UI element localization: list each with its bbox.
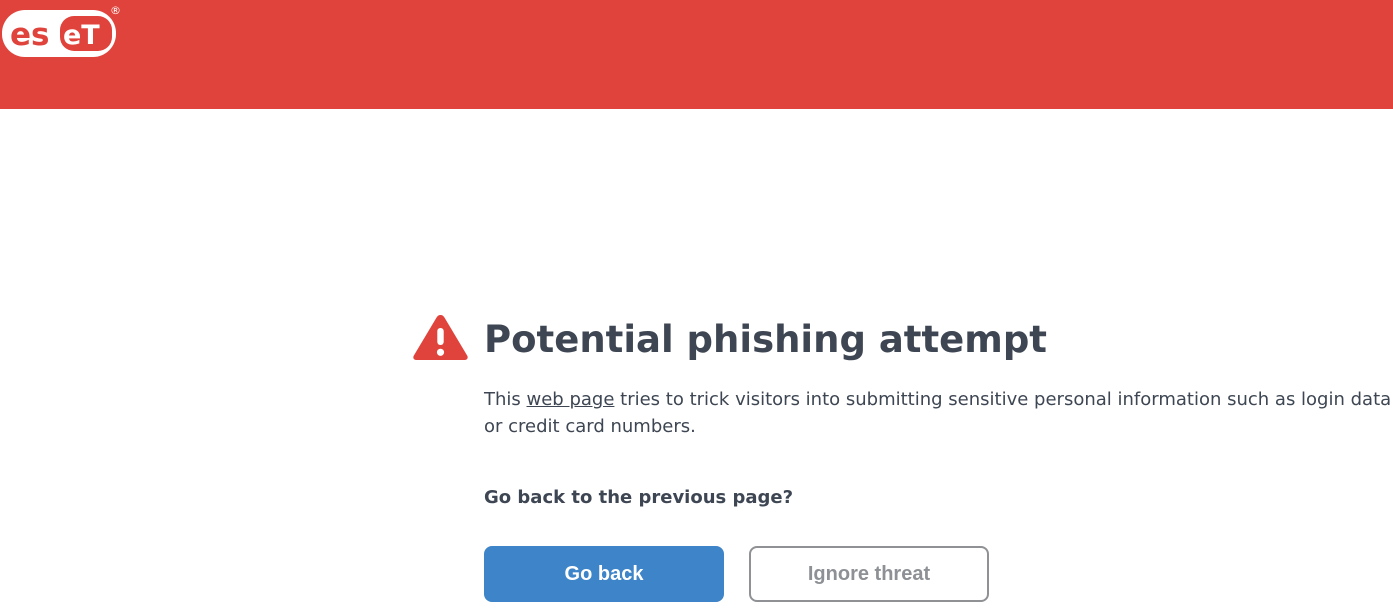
- header-bar: es eT ®: [0, 0, 1393, 109]
- go-back-question: Go back to the previous page?: [484, 487, 794, 508]
- registered-mark: ®: [110, 4, 121, 17]
- eset-logo: es eT: [2, 10, 116, 57]
- svg-text:eT: eT: [63, 20, 100, 51]
- page-title: Potential phishing attempt: [484, 318, 1047, 361]
- description-prefix: This: [484, 389, 527, 410]
- svg-text:es: es: [10, 17, 49, 53]
- web-page-link[interactable]: web page: [527, 389, 615, 410]
- go-back-button[interactable]: Go back: [484, 546, 724, 602]
- alert-description: This web page tries to trick visitors in…: [484, 386, 1393, 440]
- description-suffix: tries to trick visitors into submitting …: [484, 389, 1392, 437]
- ignore-threat-button[interactable]: Ignore threat: [749, 546, 989, 602]
- warning-triangle-icon: [413, 315, 468, 360]
